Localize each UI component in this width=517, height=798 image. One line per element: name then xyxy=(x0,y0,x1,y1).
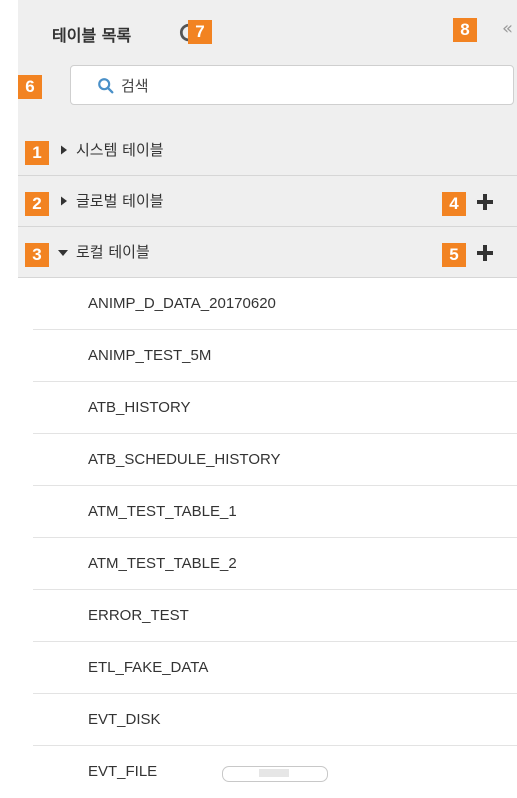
section-global-tables[interactable]: 2 글로벌 테이블 4 xyxy=(18,176,517,227)
triangle-right-icon[interactable] xyxy=(58,195,70,207)
local-table-list: ANIMP_D_DATA_20170620 ANIMP_TEST_5M ATB_… xyxy=(33,278,517,798)
left-margin xyxy=(0,0,18,774)
section-local-tables[interactable]: 3 로컬 테이블 5 xyxy=(18,227,517,278)
section-label: 로컬 테이블 xyxy=(76,243,150,261)
plus-icon[interactable] xyxy=(476,244,494,262)
badge-6: 6 xyxy=(18,75,42,99)
table-row[interactable]: ATM_TEST_TABLE_1 xyxy=(33,486,517,538)
panel-header: 테이블 목록 7 8 « 6 xyxy=(18,0,517,126)
triangle-right-icon[interactable] xyxy=(58,144,70,156)
badge-7: 7 xyxy=(188,20,212,44)
table-row[interactable]: ANIMP_TEST_5M xyxy=(33,330,517,382)
badge-1: 1 xyxy=(25,141,49,165)
panel-title: 테이블 목록 xyxy=(52,26,132,45)
badge-8: 8 xyxy=(453,18,477,42)
scrollbar-thumb[interactable] xyxy=(259,769,289,777)
table-row[interactable]: ATB_HISTORY xyxy=(33,382,517,434)
table-row[interactable]: ERROR_TEST xyxy=(33,590,517,642)
table-row[interactable]: ATB_SCHEDULE_HISTORY xyxy=(33,434,517,486)
badge-3: 3 xyxy=(25,243,49,267)
horizontal-scrollbar[interactable] xyxy=(222,766,328,782)
section-label: 글로벌 테이블 xyxy=(76,192,164,210)
table-list-panel: 테이블 목록 7 8 « 6 1 시스템 테이블 2 글로벌 테이블 4 xyxy=(0,0,517,782)
badge-2: 2 xyxy=(25,192,49,216)
plus-icon[interactable] xyxy=(476,193,494,211)
table-row[interactable]: ETL_FAKE_DATA xyxy=(33,642,517,694)
search-input[interactable] xyxy=(119,66,503,106)
search-icon xyxy=(98,78,114,94)
section-system-tables[interactable]: 1 시스템 테이블 xyxy=(18,125,517,176)
table-row[interactable]: EVT_DISK xyxy=(33,694,517,746)
search-box[interactable] xyxy=(70,65,514,106)
badge-5: 5 xyxy=(442,243,466,267)
double-chevron-left-icon[interactable]: « xyxy=(502,18,513,39)
section-label: 시스템 테이블 xyxy=(76,141,164,159)
badge-4: 4 xyxy=(442,192,466,216)
table-row[interactable]: ATM_TEST_TABLE_2 xyxy=(33,538,517,590)
triangle-down-icon[interactable] xyxy=(57,247,69,259)
table-row[interactable]: ANIMP_D_DATA_20170620 xyxy=(33,278,517,330)
